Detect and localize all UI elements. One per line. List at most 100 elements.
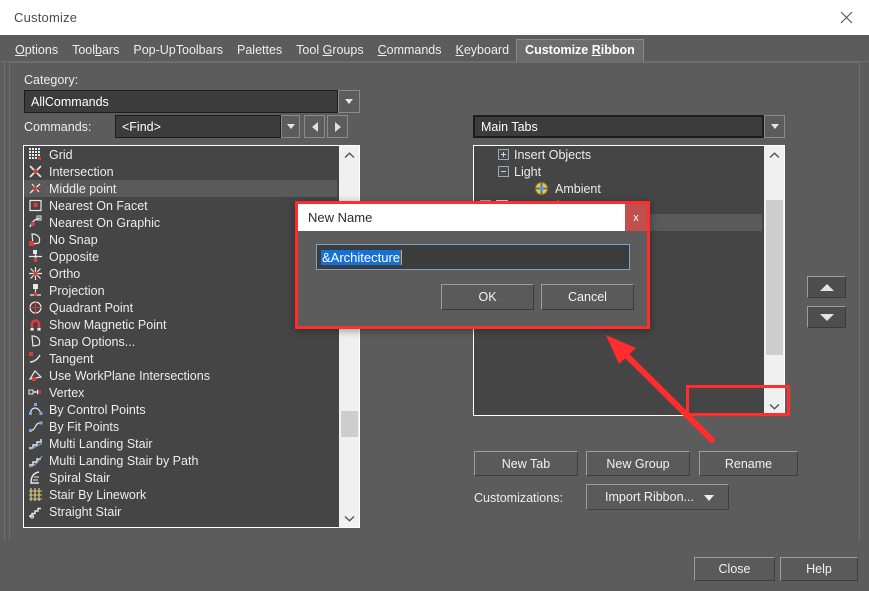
new-group-button[interactable]: New Group (586, 451, 690, 476)
new-name-ok-button[interactable]: OK (441, 284, 534, 310)
ribbon-tree-item[interactable]: Light (474, 163, 762, 180)
command-list-item-label: Multi Landing Stair (49, 437, 153, 451)
tab-toolbars[interactable]: Toolbars (65, 39, 126, 62)
command-list-item[interactable]: Intersection (24, 163, 337, 180)
command-list-item[interactable]: Stair By Linework (24, 486, 337, 503)
tab-customize-ribbon[interactable]: Customize Ribbon (516, 39, 644, 63)
command-list-item[interactable]: Spiral Stair (24, 469, 337, 486)
nearest-on-graphic-icon (28, 215, 43, 230)
help-button[interactable]: Help (780, 557, 858, 581)
window-close-button[interactable] (823, 0, 869, 34)
command-list-item[interactable]: Projection (24, 282, 337, 299)
title-bar: Customize (0, 0, 869, 36)
category-combo-input[interactable]: AllCommands (24, 90, 338, 113)
command-list-item[interactable]: Nearest On Facet (24, 197, 337, 214)
close-button[interactable]: Close (694, 557, 775, 581)
new-name-dialog-close-button[interactable]: x (625, 204, 647, 231)
commands-scroll-down-button[interactable] (339, 509, 360, 527)
multi-landing-stair-icon (28, 436, 43, 451)
expand-plus-icon[interactable] (498, 149, 509, 160)
move-down-button[interactable] (807, 306, 846, 328)
chevron-up-icon (769, 152, 780, 159)
commands-scroll-thumb[interactable] (341, 411, 358, 437)
command-list-item[interactable]: Multi Landing Stair by Path (24, 452, 337, 469)
command-list-item[interactable]: Multi Landing Stair (24, 435, 337, 452)
main-tabs-combo-arrow[interactable] (764, 115, 785, 138)
tab-palettes[interactable]: Palettes (230, 39, 289, 62)
chevron-down-icon (704, 495, 714, 501)
grid-icon (28, 147, 43, 162)
tab-popup-toolbars[interactable]: Pop-UpToolbars (126, 39, 230, 62)
straight-stair-icon (28, 504, 43, 519)
command-list-item-label: Stair By Linework (49, 488, 146, 502)
opposite-icon (28, 249, 43, 264)
ribbon-tree-item[interactable]: Ambient (474, 180, 762, 197)
command-list-item-label: By Control Points (49, 403, 146, 417)
rename-button[interactable]: Rename (699, 451, 798, 476)
command-list-item[interactable]: By Control Points (24, 401, 337, 418)
new-tab-button[interactable]: New Tab (474, 451, 578, 476)
category-label: Category: (24, 73, 78, 87)
ribbon-tree-item-label: Insert Objects (514, 148, 591, 162)
tab-options[interactable]: Options (8, 39, 65, 62)
command-list-item[interactable]: Quadrant Point (24, 299, 337, 316)
tree-scroll-thumb[interactable] (766, 200, 783, 355)
command-list-item[interactable]: By Fit Points (24, 418, 337, 435)
command-list-item-label: Quadrant Point (49, 301, 133, 315)
customizations-label: Customizations: (474, 491, 563, 505)
magnet-icon (28, 317, 43, 332)
command-list-item[interactable]: Ortho (24, 265, 337, 282)
command-list-item[interactable]: Use WorkPlane Intersections (24, 367, 337, 384)
command-list-item[interactable]: Grid (24, 146, 337, 163)
new-name-dialog-title: New Name (308, 210, 372, 225)
tab-tool-groups[interactable]: Tool Groups (289, 39, 370, 62)
tab-commands[interactable]: Commands (371, 39, 449, 62)
vertex-icon (28, 385, 43, 400)
command-list-item[interactable]: Opposite (24, 248, 337, 265)
nearest-on-facet-icon (28, 198, 43, 213)
command-list-item[interactable]: Nearest On Graphic (24, 214, 337, 231)
by-fit-points-icon (28, 419, 43, 434)
commands-next-button[interactable] (327, 115, 348, 138)
command-list-item[interactable]: Middle point (24, 180, 337, 197)
by-fit-points-icon (28, 419, 43, 434)
command-list-item[interactable]: Snap Options... (24, 333, 337, 350)
move-up-button[interactable] (807, 276, 846, 298)
command-list-item[interactable]: Vertex (24, 384, 337, 401)
ribbon-tree-item[interactable]: Insert Objects (474, 146, 762, 163)
new-name-input[interactable]: &Architecture (316, 244, 630, 270)
new-name-dialog-titlebar: New Name x (298, 204, 647, 231)
commands-scroll-up-button[interactable] (339, 146, 360, 164)
import-ribbon-dropdown[interactable]: Import Ribbon... (586, 484, 729, 510)
tangent-icon (28, 351, 43, 366)
ambient-light-icon (534, 181, 549, 196)
command-list-item[interactable]: Tangent (24, 350, 337, 367)
new-name-cancel-button[interactable]: Cancel (541, 284, 634, 310)
nearest-on-graphic-icon (28, 215, 43, 230)
command-list-item-label: Spiral Stair (49, 471, 110, 485)
commands-find-input[interactable]: <Find> (115, 115, 281, 138)
command-list-item-label: No Snap (49, 233, 98, 247)
category-combo-arrow[interactable] (338, 90, 360, 113)
command-list-item[interactable]: Show Magnetic Point (24, 316, 337, 333)
new-name-dialog: New Name x &Architecture OK Cancel (295, 201, 650, 329)
import-ribbon-label: Import Ribbon... (605, 490, 694, 504)
straight-stair-icon (28, 504, 43, 519)
tree-scrollbar[interactable] (763, 146, 784, 415)
chevron-down-icon (769, 403, 780, 410)
collapse-minus-icon[interactable] (498, 166, 509, 177)
snap-options-icon (28, 334, 43, 349)
tab-keyboard[interactable]: Keyboard (449, 39, 517, 62)
command-list-item[interactable]: Straight Stair (24, 503, 337, 520)
command-list-item[interactable]: No Snap (24, 231, 337, 248)
command-list-item-label: Nearest On Facet (49, 199, 148, 213)
commands-prev-button[interactable] (304, 115, 325, 138)
tree-scroll-up-button[interactable] (764, 146, 785, 164)
ortho-icon (28, 266, 43, 281)
quadrant-point-icon (28, 300, 43, 315)
main-tabs-combo-input[interactable]: Main Tabs (473, 115, 764, 138)
projection-icon (28, 283, 43, 298)
commands-find-combo-arrow[interactable] (281, 115, 300, 138)
window-title: Customize (14, 10, 77, 25)
tree-scroll-down-button[interactable] (764, 397, 785, 415)
